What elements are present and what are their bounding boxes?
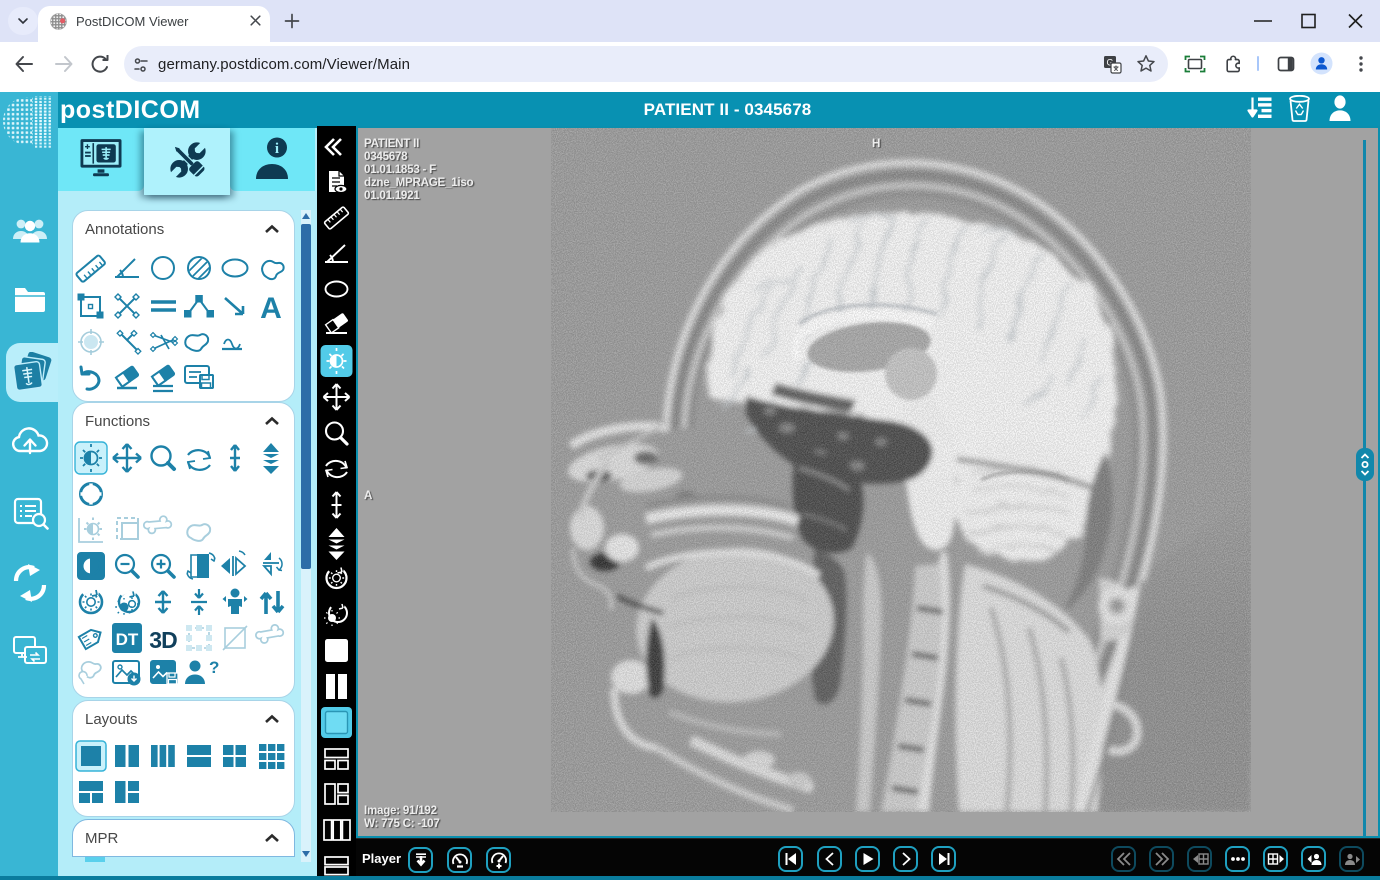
svg-text:DT: DT: [116, 630, 139, 649]
svg-text:3D: 3D: [149, 627, 177, 653]
svg-text:A: A: [260, 292, 282, 325]
svg-text:i: i: [275, 141, 279, 157]
svg-text:?: ?: [209, 658, 219, 677]
